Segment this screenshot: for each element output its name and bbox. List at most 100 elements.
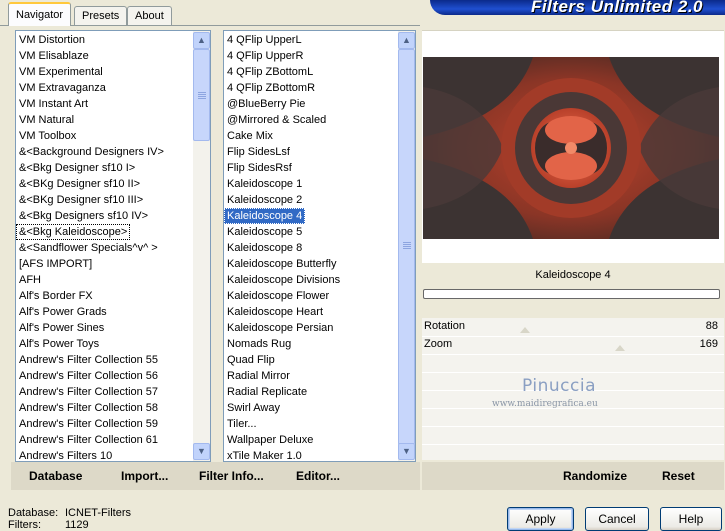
watermark-name: Pinuccia <box>522 376 596 396</box>
filter-list-item[interactable]: Cake Mix <box>224 128 340 144</box>
filter-list-item[interactable]: xTile Maker 1.0 <box>224 448 340 461</box>
category-list-item[interactable]: &<Bkg Designer sf10 I> <box>16 160 164 176</box>
category-list-item[interactable]: VM Elisablaze <box>16 48 164 64</box>
category-list-item[interactable]: VM Extravaganza <box>16 80 164 96</box>
filter-list-item[interactable]: Flip SidesLsf <box>224 144 340 160</box>
category-scrollbar[interactable]: ▲ ▼ <box>193 31 210 461</box>
database-button[interactable]: Database <box>29 469 82 483</box>
status-filters: Filters: 1129 <box>8 519 89 531</box>
filter-list-item[interactable]: Kaleidoscope 2 <box>224 192 340 208</box>
scroll-down-icon[interactable]: ▼ <box>193 443 210 460</box>
filter-info-button[interactable]: Filter Info... <box>199 469 264 483</box>
category-list-item[interactable]: Andrew's Filter Collection 55 <box>16 352 164 368</box>
filter-list-item[interactable]: 4 QFlip UpperR <box>224 48 340 64</box>
param-row-empty <box>422 444 724 463</box>
category-list-item[interactable]: &<Sandflower Specials^v^ > <box>16 240 164 256</box>
filter-list-items: 4 QFlip UpperL 4 QFlip UpperR 4 QFlip ZBot… <box>224 32 340 461</box>
filter-list-item[interactable]: Flip SidesRsf <box>224 160 340 176</box>
filter-list-item[interactable]: Quad Flip <box>224 352 340 368</box>
filter-list-item[interactable]: Kaleidoscope 4 <box>224 208 306 224</box>
filter-list-item[interactable]: Swirl Away <box>224 400 340 416</box>
category-list-item[interactable]: VM Natural <box>16 112 164 128</box>
status-database: Database: ICNET-Filters <box>8 507 131 519</box>
param-row-empty <box>422 408 724 427</box>
filter-list-item[interactable]: Kaleidoscope Butterfly <box>224 256 340 272</box>
category-list-item[interactable]: Alf's Power Sines <box>16 320 164 336</box>
zoom-label: Zoom <box>424 338 453 350</box>
category-list-item[interactable]: VM Experimental <box>16 64 164 80</box>
param-row-rotation[interactable]: Rotation 88 <box>422 318 724 337</box>
app-title: Filters Unlimited 2.0 <box>530 0 703 15</box>
filter-list-item[interactable]: Kaleidoscope Persian <box>224 320 340 336</box>
app-banner: Filters Unlimited 2.0 <box>430 0 725 15</box>
filter-scrollbar[interactable]: ▲ ▼ <box>398 31 415 461</box>
tab-presets[interactable]: Presets <box>74 6 128 25</box>
apply-button[interactable]: Apply <box>507 507 574 531</box>
filter-list-item[interactable]: Nomads Rug <box>224 336 340 352</box>
scroll-down-icon[interactable]: ▼ <box>398 443 415 460</box>
scroll-up-icon[interactable]: ▲ <box>398 32 415 49</box>
category-list-item[interactable]: VM Instant Art <box>16 96 164 112</box>
filter-list-item[interactable]: Radial Mirror <box>224 368 340 384</box>
category-list-item[interactable]: Alf's Border FX <box>16 288 164 304</box>
category-list-items: VM Distortion VM Elisablaze VM Experimenta… <box>16 32 164 461</box>
filter-list-item[interactable]: Wallpaper Deluxe <box>224 432 340 448</box>
help-button[interactable]: Help <box>660 507 722 531</box>
database-status-value: ICNET-Filters <box>65 507 131 519</box>
filter-list-item[interactable]: Radial Replicate <box>224 384 340 400</box>
filter-list[interactable]: 4 QFlip UpperL 4 QFlip UpperR 4 QFlip ZBot… <box>223 30 416 462</box>
category-list-item[interactable]: Alf's Power Toys <box>16 336 164 352</box>
cancel-button[interactable]: Cancel <box>585 507 649 531</box>
list-command-bar: Database Import... Filter Info... Editor… <box>11 462 420 490</box>
filter-scroll-thumb[interactable] <box>398 49 415 445</box>
category-list-item[interactable]: &<Bkg Kaleidoscope> <box>16 224 131 240</box>
filter-list-item[interactable]: @BlueBerry Pie <box>224 96 340 112</box>
filter-list-item[interactable]: Kaleidoscope Divisions <box>224 272 340 288</box>
filters-status-label: Filters: <box>8 519 41 531</box>
filter-list-item[interactable]: Kaleidoscope 8 <box>224 240 340 256</box>
category-list[interactable]: VM Distortion VM Elisablaze VM Experimenta… <box>15 30 211 462</box>
tab-navigator[interactable]: Navigator <box>8 2 72 26</box>
category-list-item[interactable]: [AFS IMPORT] <box>16 256 164 272</box>
filter-list-item[interactable]: 4 QFlip UpperL <box>224 32 340 48</box>
reset-button[interactable]: Reset <box>662 469 695 483</box>
category-list-item[interactable]: Andrew's Filter Collection 57 <box>16 384 164 400</box>
randomize-button[interactable]: Randomize <box>563 469 627 483</box>
filter-list-item[interactable]: Kaleidoscope Heart <box>224 304 340 320</box>
filter-list-item[interactable]: Tiler... <box>224 416 340 432</box>
category-list-item[interactable]: &<Background Designers IV> <box>16 144 164 160</box>
category-scroll-thumb[interactable] <box>193 49 210 141</box>
category-list-item[interactable]: Alf's Power Grads <box>16 304 164 320</box>
zoom-value: 169 <box>699 338 718 350</box>
category-list-item[interactable]: &<Bkg Designers sf10 IV> <box>16 208 164 224</box>
param-row-empty <box>422 354 724 373</box>
category-list-item[interactable]: Andrew's Filter Collection 61 <box>16 432 164 448</box>
category-list-item[interactable]: &<BKg Designer sf10 III> <box>16 192 164 208</box>
filter-list-item[interactable]: Kaleidoscope Flower <box>224 288 340 304</box>
preview-filter-name: Kaleidoscope 4 <box>535 269 611 281</box>
filter-list-item[interactable]: Kaleidoscope 5 <box>224 224 340 240</box>
category-list-item[interactable]: VM Distortion <box>16 32 164 48</box>
preview-command-bar: Randomize Reset <box>422 462 724 490</box>
import-button[interactable]: Import... <box>121 469 168 483</box>
category-list-item[interactable]: Andrew's Filter Collection 59 <box>16 416 164 432</box>
tab-strip: Navigator Presets About <box>0 0 420 26</box>
category-list-item[interactable]: VM Toolbox <box>16 128 164 144</box>
category-list-item[interactable]: AFH <box>16 272 164 288</box>
category-list-item[interactable]: Andrew's Filter Collection 58 <box>16 400 164 416</box>
filter-list-item[interactable]: Kaleidoscope 1 <box>224 176 340 192</box>
category-list-item[interactable]: &<BKg Designer sf10 II> <box>16 176 164 192</box>
preview-frame <box>422 30 724 263</box>
scroll-up-icon[interactable]: ▲ <box>193 32 210 49</box>
filter-list-item[interactable]: @Mirrored & Scaled <box>224 112 340 128</box>
preview-image[interactable] <box>423 57 719 239</box>
category-list-item[interactable]: Andrew's Filters 10 <box>16 448 164 461</box>
category-list-item[interactable]: Andrew's Filter Collection 56 <box>16 368 164 384</box>
param-row-zoom[interactable]: Zoom 169 <box>422 336 724 355</box>
filter-list-item[interactable]: 4 QFlip ZBottomL <box>224 64 340 80</box>
filter-list-item[interactable]: 4 QFlip ZBottomR <box>224 80 340 96</box>
watermark-url: www.maidiregrafica.eu <box>492 399 598 409</box>
editor-button[interactable]: Editor... <box>296 469 340 483</box>
database-status-label: Database: <box>8 507 59 519</box>
tab-about[interactable]: About <box>127 6 172 25</box>
